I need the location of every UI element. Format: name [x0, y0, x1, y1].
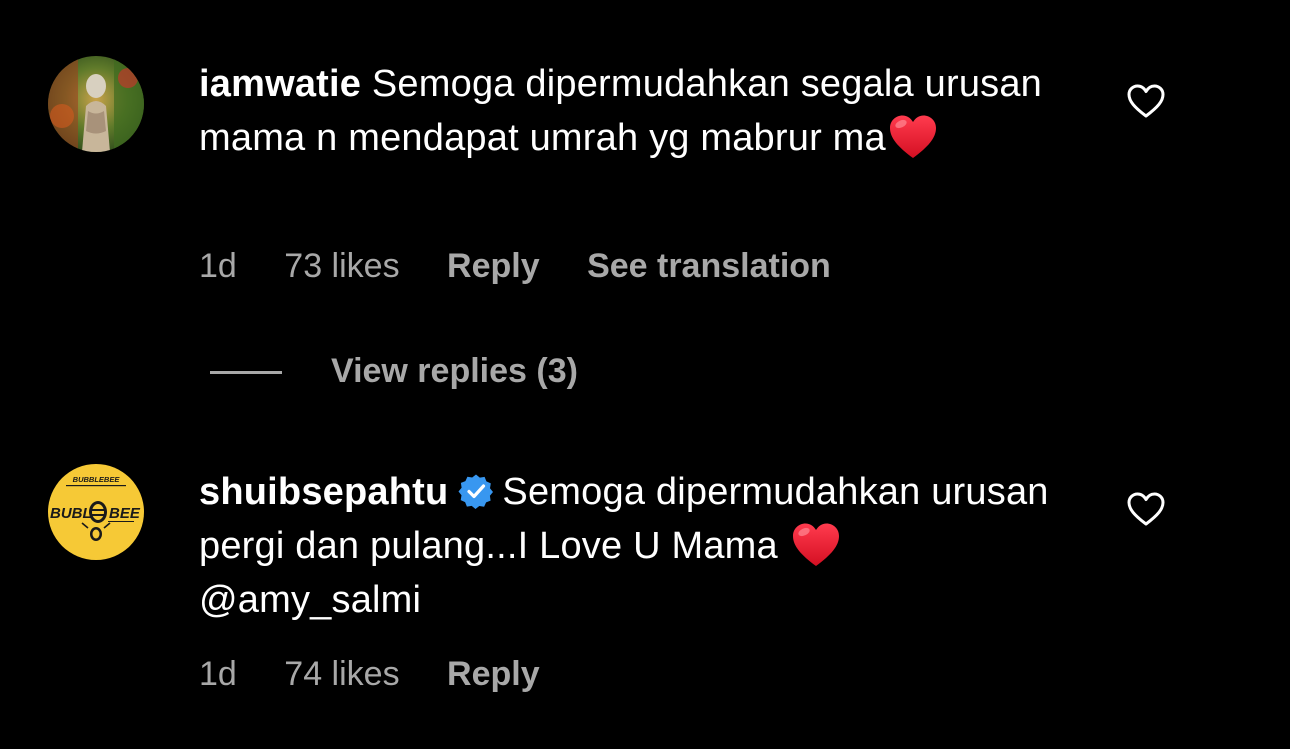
- comment-username[interactable]: iamwatie: [199, 63, 361, 105]
- comment-meta: 1d 73 likes Reply See translation: [199, 246, 831, 286]
- comment-username[interactable]: shuibsepahtu: [199, 471, 448, 513]
- verified-badge-icon: [458, 473, 494, 509]
- comment-body: iamwatie Semoga dipermudahkan segala uru…: [199, 57, 1079, 165]
- red-heart-icon: [791, 522, 841, 568]
- see-translation-button[interactable]: See translation: [587, 246, 831, 286]
- comment-meta: 1d 74 likes Reply: [199, 654, 578, 694]
- avatar-logo-left-text: BUBL: [50, 505, 92, 522]
- reply-button[interactable]: Reply: [447, 654, 540, 694]
- reply-button[interactable]: Reply: [447, 246, 540, 286]
- view-replies-button[interactable]: View replies (3): [331, 351, 578, 391]
- avatar[interactable]: BUBBLEBEE BUBL BEE: [48, 464, 144, 560]
- avatar-image: [48, 56, 144, 152]
- comment-mention-link[interactable]: @amy_salmi: [199, 579, 421, 621]
- like-heart-icon[interactable]: [1126, 83, 1166, 119]
- avatar-logo-right-text: BEE: [109, 505, 141, 522]
- comment-likes-count[interactable]: 74 likes: [284, 654, 399, 694]
- comment-likes-count[interactable]: 73 likes: [284, 246, 399, 286]
- avatar-logo-top-text: BUBBLEBEE: [73, 475, 121, 484]
- like-heart-icon[interactable]: [1126, 491, 1166, 527]
- comment-timestamp: 1d: [199, 655, 237, 693]
- bubblebee-logo: BUBBLEBEE BUBL BEE: [48, 464, 144, 560]
- red-heart-icon: [888, 114, 938, 160]
- comment-body: shuibsepahtu Semoga dipermudahkan urusan …: [199, 465, 1079, 627]
- replies-divider-line: [210, 371, 282, 374]
- avatar[interactable]: [48, 56, 144, 152]
- comment-timestamp: 1d: [199, 247, 237, 285]
